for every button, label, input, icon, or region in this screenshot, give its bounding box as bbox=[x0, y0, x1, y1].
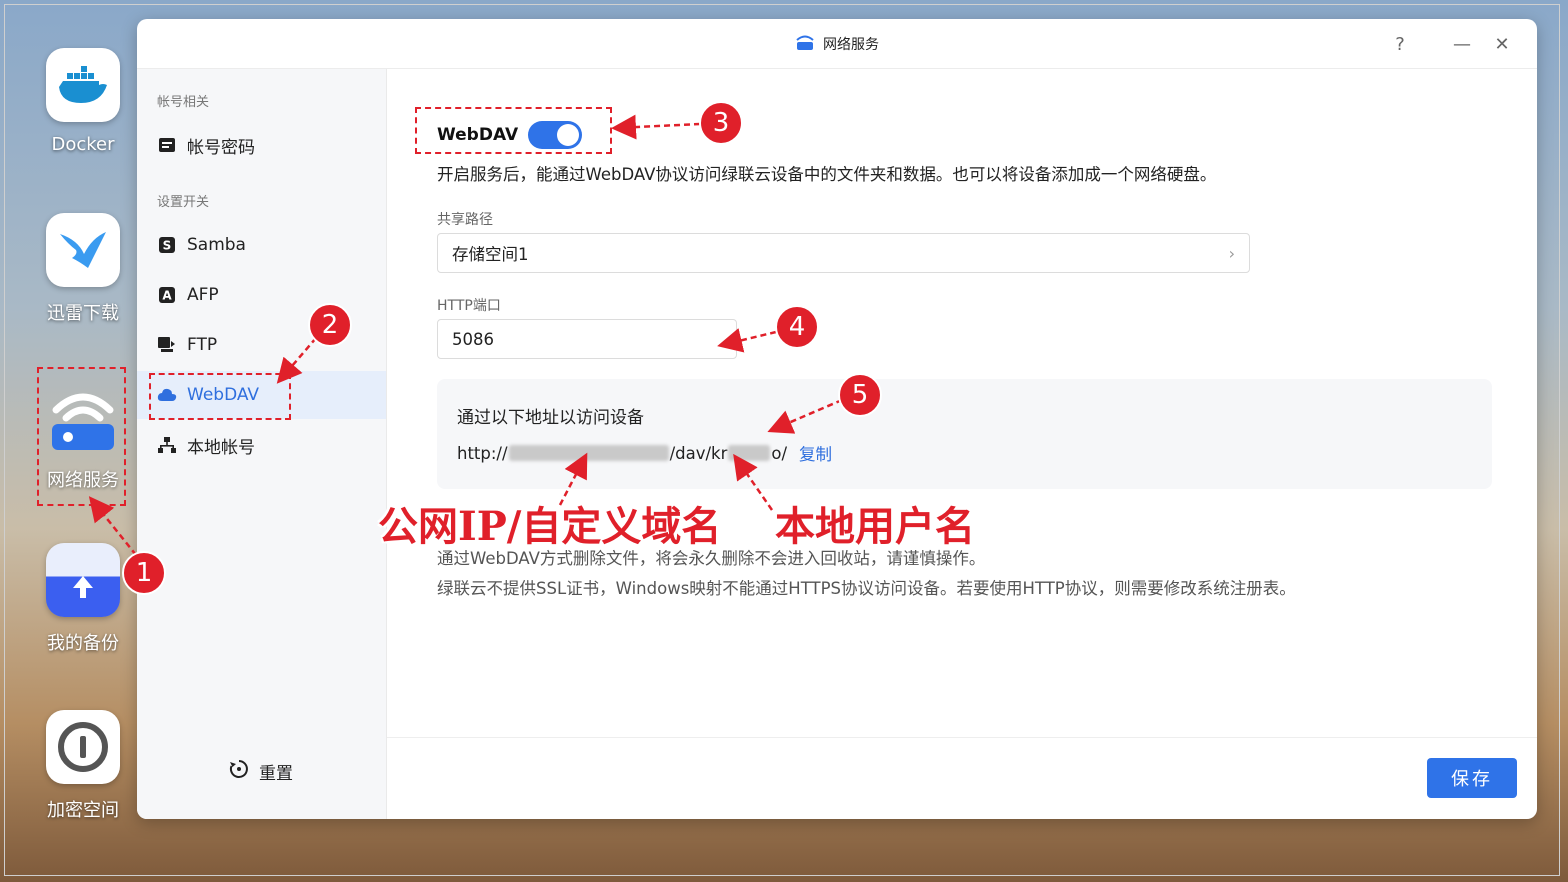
caption-local-username: 本地用户名 bbox=[775, 503, 975, 550]
caption-public-ip: 公网IP/自定义域名 bbox=[378, 503, 722, 550]
annotation-badge-2: 2 bbox=[308, 303, 352, 347]
annotation-badge-5: 5 bbox=[838, 373, 882, 417]
annotation-badge-4: 4 bbox=[775, 305, 819, 349]
annotation-badge-3: 3 bbox=[699, 101, 743, 145]
annotation-badge-1: 1 bbox=[122, 551, 166, 595]
annotation-arrows bbox=[88, 114, 843, 556]
